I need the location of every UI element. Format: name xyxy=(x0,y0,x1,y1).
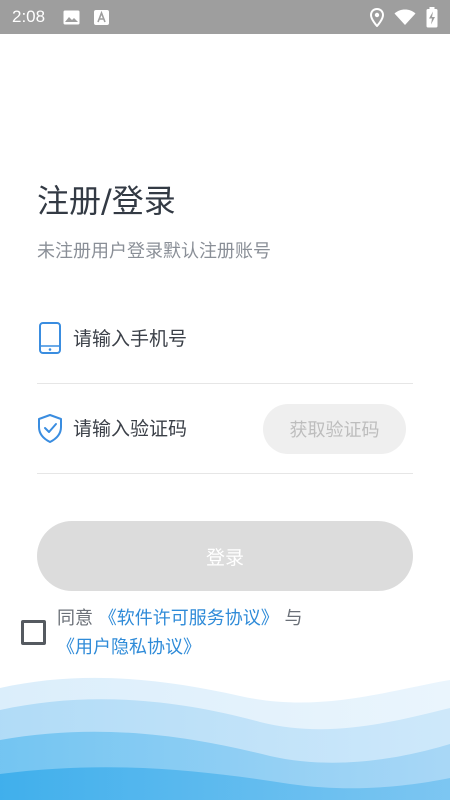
get-code-button[interactable]: 获取验证码 xyxy=(263,404,406,454)
agreement-prefix: 同意 xyxy=(57,608,93,629)
page-title: 注册/登录 xyxy=(37,182,176,220)
status-bar: 2:08 xyxy=(0,0,450,34)
phone-icon xyxy=(39,322,61,354)
agreement-checkbox[interactable] xyxy=(21,620,46,645)
software-license-link[interactable]: 《软件许可服务协议》 xyxy=(99,608,279,629)
status-left-icons xyxy=(63,9,110,25)
code-field-row: 获取验证码 xyxy=(37,386,413,474)
login-button[interactable]: 登录 xyxy=(37,521,413,591)
phone-input[interactable] xyxy=(73,324,293,354)
battery-charging-icon xyxy=(426,6,438,27)
privacy-policy-link[interactable]: 《用户隐私协议》 xyxy=(57,637,201,658)
a-icon xyxy=(94,9,110,25)
shield-check-icon xyxy=(38,414,62,443)
status-right-icons xyxy=(370,6,438,28)
agreement-text: 同意 《软件许可服务协议》 与 《用户隐私协议》 xyxy=(57,604,449,662)
image-icon xyxy=(63,10,80,24)
phone-field-row xyxy=(37,296,413,384)
decorative-waves xyxy=(0,677,450,800)
page-subtitle: 未注册用户登录默认注册账号 xyxy=(37,241,271,262)
status-time: 2:08 xyxy=(12,7,46,26)
verification-code-input[interactable] xyxy=(73,414,293,444)
agreement-connector: 与 xyxy=(284,608,303,629)
location-icon xyxy=(370,7,384,27)
wifi-icon xyxy=(394,9,416,25)
